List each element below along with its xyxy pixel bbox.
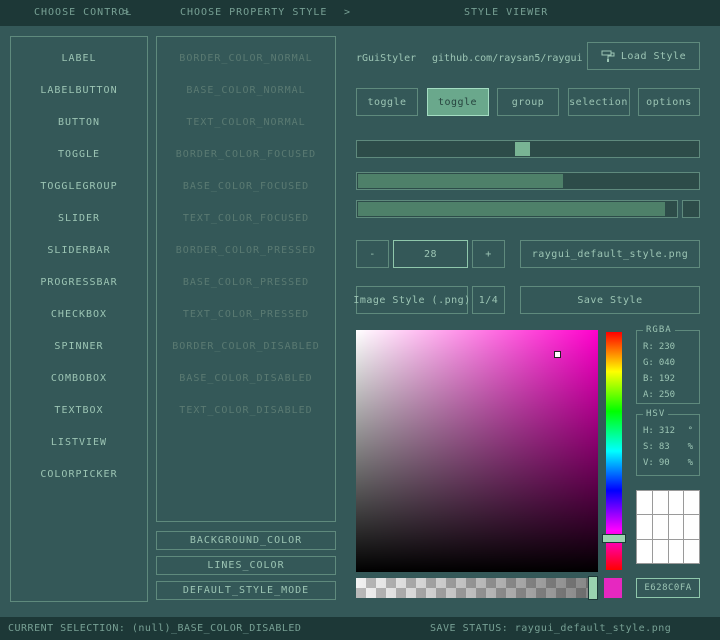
property-list-item-text_color_normal[interactable]: TEXT_COLOR_NORMAL bbox=[157, 106, 335, 138]
filename-textbox[interactable]: raygui_default_style.png bbox=[520, 240, 700, 268]
property-list-item-base_color_disabled[interactable]: BASE_COLOR_DISABLED bbox=[157, 362, 335, 394]
toggle-button-0-toggle[interactable]: toggle bbox=[356, 88, 418, 116]
toggle-button-2-group[interactable]: group bbox=[497, 88, 559, 116]
slider-handle[interactable] bbox=[515, 142, 530, 156]
control-list-item-progressbar[interactable]: PROGRESSBAR bbox=[11, 266, 147, 298]
rgba-title: RGBA bbox=[643, 325, 675, 335]
property-list-item-base_color_focused[interactable]: BASE_COLOR_FOCUSED bbox=[157, 170, 335, 202]
palette-cell bbox=[684, 515, 699, 538]
property-list-item-border_color_focused[interactable]: BORDER_COLOR_FOCUSED bbox=[157, 138, 335, 170]
section-label-choose-control: CHOOSE CONTROL bbox=[34, 0, 132, 26]
slider[interactable] bbox=[356, 140, 700, 158]
property-list-item-border_color_normal[interactable]: BORDER_COLOR_NORMAL bbox=[157, 42, 335, 74]
slider-bar[interactable] bbox=[356, 172, 700, 190]
hsv-title: HSV bbox=[643, 409, 668, 419]
color-picker-cursor bbox=[554, 351, 561, 358]
style-page-button[interactable]: 1/4 bbox=[472, 286, 505, 314]
rgba-row-g: G:040 bbox=[637, 355, 699, 371]
palette-cell bbox=[669, 540, 684, 563]
spinner-minus-button[interactable]: - bbox=[356, 240, 389, 268]
chevron-separator-icon: > bbox=[344, 0, 351, 26]
control-list-item-sliderbar[interactable]: SLIDERBAR bbox=[11, 234, 147, 266]
control-list-item-button[interactable]: BUTTON bbox=[11, 106, 147, 138]
load-style-label: Load Style bbox=[621, 51, 686, 62]
control-list-item-label[interactable]: LABEL bbox=[11, 42, 147, 74]
toggle-group: toggle toggle group selection options bbox=[356, 88, 700, 116]
save-status: SAVE STATUS: raygui_default_style.png bbox=[430, 617, 671, 640]
property-list-item-border_color_pressed[interactable]: BORDER_COLOR_PRESSED bbox=[157, 234, 335, 266]
color-picker-panel[interactable] bbox=[356, 330, 598, 572]
default-style-mode-button[interactable]: DEFAULT_STYLE_MODE bbox=[156, 581, 336, 600]
palette-cell bbox=[669, 515, 684, 538]
hsv-groupbox: HSV H:312°S:83%V:90% bbox=[636, 414, 700, 476]
repo-url-label: github.com/raysan5/raygui bbox=[432, 45, 583, 73]
brand-label: rGuiStyler bbox=[356, 45, 416, 73]
current-color-swatch bbox=[604, 578, 622, 598]
control-list-item-spinner[interactable]: SPINNER bbox=[11, 330, 147, 362]
control-list-item-combobox[interactable]: COMBOBOX bbox=[11, 362, 147, 394]
control-list-item-togglegroup[interactable]: TOGGLEGROUP bbox=[11, 170, 147, 202]
toggle-button-3-selection[interactable]: selection bbox=[568, 88, 630, 116]
hsv-row-h: H:312° bbox=[637, 423, 699, 439]
image-style-button[interactable]: Image Style (.png) bbox=[356, 286, 468, 314]
load-style-icon bbox=[601, 49, 615, 63]
property-list-item-text_color_focused[interactable]: TEXT_COLOR_FOCUSED bbox=[157, 202, 335, 234]
palette-cell bbox=[653, 540, 668, 563]
palette-cell bbox=[684, 491, 699, 514]
hsv-row-s: S:83% bbox=[637, 439, 699, 455]
palette-cell bbox=[637, 491, 652, 514]
toggle-button-4-options[interactable]: options bbox=[638, 88, 700, 116]
control-list-item-toggle[interactable]: TOGGLE bbox=[11, 138, 147, 170]
spinner-plus-button[interactable]: + bbox=[472, 240, 505, 268]
slider-bar-fill bbox=[358, 174, 563, 188]
palette-cell bbox=[669, 491, 684, 514]
palette-cell bbox=[684, 540, 699, 563]
control-list-item-checkbox[interactable]: CHECKBOX bbox=[11, 298, 147, 330]
control-list-item-listview[interactable]: LISTVIEW bbox=[11, 426, 147, 458]
status-bar: CURRENT SELECTION: (null)_BASE_COLOR_DIS… bbox=[0, 617, 720, 640]
property-list-item-base_color_pressed[interactable]: BASE_COLOR_PRESSED bbox=[157, 266, 335, 298]
palette-cell bbox=[637, 540, 652, 563]
background-color-button[interactable]: BACKGROUND_COLOR bbox=[156, 531, 336, 550]
rgba-row-r: R:230 bbox=[637, 339, 699, 355]
palette-cell bbox=[653, 491, 668, 514]
progress-bar-fill bbox=[358, 202, 665, 216]
section-label-choose-property-style: CHOOSE PROPERTY STYLE bbox=[180, 0, 327, 26]
load-style-button[interactable]: Load Style bbox=[587, 42, 700, 70]
control-list-item-slider[interactable]: SLIDER bbox=[11, 202, 147, 234]
rguistyler-window: CHOOSE CONTROL > CHOOSE PROPERTY STYLE >… bbox=[0, 0, 720, 640]
hue-bar-handle[interactable] bbox=[602, 534, 626, 543]
property-list-item-base_color_normal[interactable]: BASE_COLOR_NORMAL bbox=[157, 74, 335, 106]
hsv-row-v: V:90% bbox=[637, 455, 699, 471]
progress-bar bbox=[356, 200, 678, 218]
hex-value-textbox[interactable]: E628C0FA bbox=[636, 578, 700, 598]
control-list-item-colorpicker[interactable]: COLORPICKER bbox=[11, 458, 147, 490]
rgba-row-a: A:250 bbox=[637, 387, 699, 403]
save-style-button[interactable]: Save Style bbox=[520, 286, 700, 314]
chevron-separator-icon: > bbox=[123, 0, 130, 26]
lines-color-button[interactable]: LINES_COLOR bbox=[156, 556, 336, 575]
current-selection-status: CURRENT SELECTION: (null)_BASE_COLOR_DIS… bbox=[8, 617, 301, 640]
control-list-item-textbox[interactable]: TEXTBOX bbox=[11, 394, 147, 426]
property-list-item-text_color_pressed[interactable]: TEXT_COLOR_PRESSED bbox=[157, 298, 335, 330]
rgba-row-b: B:192 bbox=[637, 371, 699, 387]
properties-list-panel: BORDER_COLOR_NORMALBASE_COLOR_NORMALTEXT… bbox=[156, 36, 336, 522]
section-label-style-viewer: STYLE VIEWER bbox=[464, 0, 548, 26]
alpha-bar[interactable] bbox=[356, 578, 598, 598]
spinner-value-box[interactable]: 28 bbox=[393, 240, 468, 268]
toggle-button-1-toggle[interactable]: toggle bbox=[427, 88, 489, 116]
control-list-item-labelbutton[interactable]: LABELBUTTON bbox=[11, 74, 147, 106]
alpha-bar-handle[interactable] bbox=[588, 576, 598, 600]
checkbox[interactable] bbox=[682, 200, 700, 218]
palette-cell bbox=[637, 515, 652, 538]
top-bar: CHOOSE CONTROL > CHOOSE PROPERTY STYLE >… bbox=[0, 0, 720, 26]
controls-list-panel: LABELLABELBUTTONBUTTONTOGGLETOGGLEGROUPS… bbox=[10, 36, 148, 602]
property-list-item-text_color_disabled[interactable]: TEXT_COLOR_DISABLED bbox=[157, 394, 335, 426]
property-list-item-border_color_disabled[interactable]: BORDER_COLOR_DISABLED bbox=[157, 330, 335, 362]
rgba-groupbox: RGBA R:230G:040B:192A:250 bbox=[636, 330, 700, 404]
style-palette-grid bbox=[636, 490, 700, 564]
palette-cell bbox=[653, 515, 668, 538]
